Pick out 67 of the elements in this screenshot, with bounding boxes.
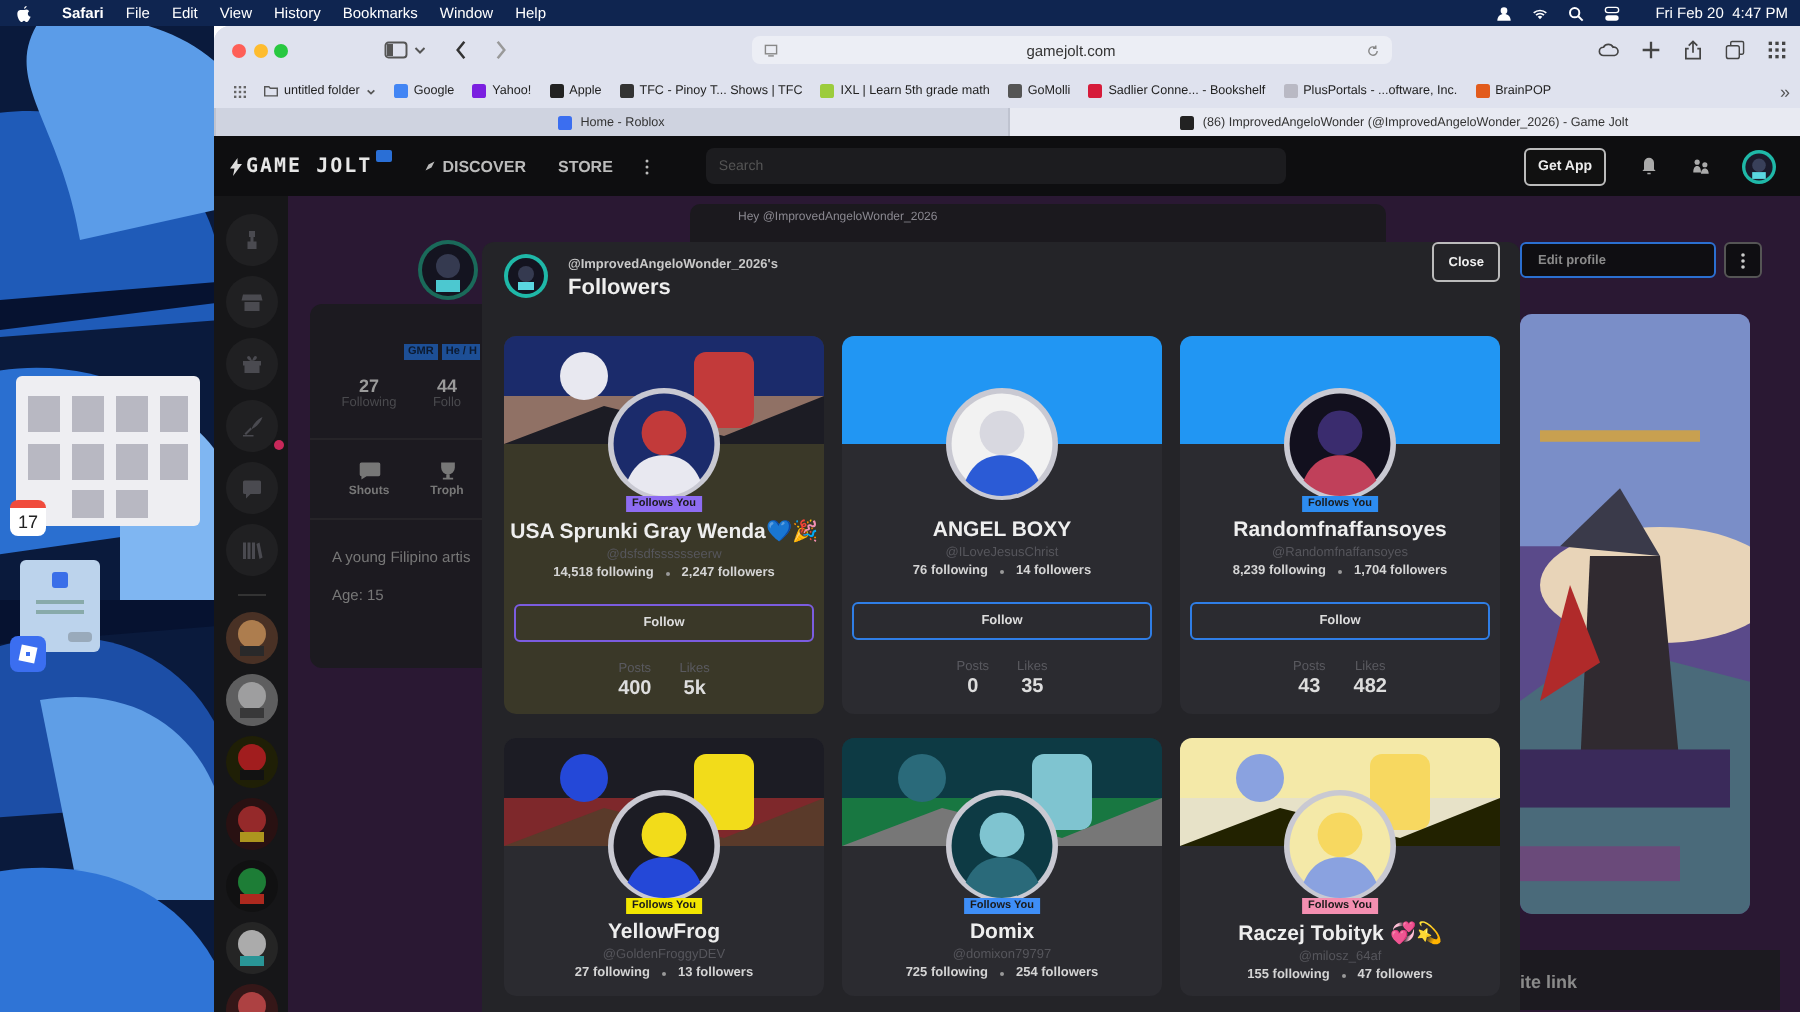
gift-icon bbox=[239, 352, 263, 376]
stat-value: 43 bbox=[1298, 676, 1321, 698]
stat-value: 35 bbox=[1021, 676, 1044, 698]
favicon-icon bbox=[1007, 84, 1022, 98]
roblox-window-thumbnail[interactable] bbox=[20, 560, 100, 652]
speech-bubble-icon bbox=[357, 460, 381, 482]
more-button[interactable] bbox=[1724, 242, 1762, 278]
badge-icon bbox=[376, 150, 393, 162]
store-icon bbox=[239, 290, 263, 314]
sidebar-icon[interactable] bbox=[383, 40, 407, 60]
search-icon[interactable] bbox=[1567, 5, 1584, 21]
calendar-app-icon[interactable]: 17 bbox=[10, 500, 46, 536]
lightning-icon bbox=[230, 157, 242, 175]
favicon-icon bbox=[1180, 115, 1195, 129]
trophy-icon bbox=[435, 460, 459, 482]
more-bookmarks-button[interactable]: » bbox=[1779, 81, 1800, 101]
cloud-icon[interactable] bbox=[1598, 40, 1620, 60]
section-title: ite link bbox=[1520, 972, 1578, 992]
bell-icon[interactable] bbox=[1640, 156, 1658, 176]
favicon-icon bbox=[1283, 84, 1298, 98]
wifi-icon[interactable] bbox=[1531, 5, 1548, 21]
chat-icon bbox=[239, 476, 263, 500]
display-name[interactable]: ANGEL BOXY bbox=[932, 518, 1072, 542]
stat-value: 27 bbox=[358, 376, 379, 396]
chevron-down-icon bbox=[365, 87, 376, 95]
toggle-icon[interactable] bbox=[1603, 5, 1620, 21]
more-icon[interactable] bbox=[644, 157, 651, 175]
favicon-icon bbox=[558, 115, 573, 129]
stat-value: 5k bbox=[683, 678, 706, 700]
compass-icon bbox=[424, 160, 437, 172]
favicon-icon bbox=[472, 84, 487, 98]
favicon-icon bbox=[549, 84, 564, 98]
display-name[interactable]: Raczej Tobityk 💞💫 bbox=[1238, 920, 1442, 946]
display-name[interactable]: YellowFrog bbox=[607, 920, 720, 944]
more-icon bbox=[1740, 251, 1746, 269]
folder-icon bbox=[264, 84, 278, 98]
grid-icon[interactable] bbox=[1766, 40, 1788, 60]
display-name[interactable]: USA Sprunki Gray Wenda💙🎉 bbox=[510, 518, 818, 544]
share-icon[interactable] bbox=[1682, 40, 1704, 60]
tabs-icon[interactable] bbox=[1724, 40, 1746, 60]
stat-value: 482 bbox=[1353, 676, 1387, 698]
page-icon bbox=[763, 43, 777, 57]
favicon-icon bbox=[619, 84, 634, 98]
grid-icon[interactable] bbox=[234, 85, 246, 97]
site-logo[interactable]: GAME JOLT bbox=[246, 155, 373, 177]
roblox-app-icon[interactable] bbox=[10, 636, 46, 672]
calendar-window-thumbnail[interactable] bbox=[16, 376, 200, 526]
dialog-title: Followers bbox=[568, 276, 673, 300]
library-icon bbox=[239, 538, 263, 562]
display-name[interactable]: Domix bbox=[969, 920, 1035, 944]
favicon-icon bbox=[1475, 84, 1490, 98]
quill-icon bbox=[239, 414, 263, 438]
user-icon[interactable] bbox=[1495, 5, 1512, 21]
favicon-icon bbox=[820, 84, 835, 98]
display-name[interactable]: Randomfnaffansoyes bbox=[1233, 518, 1447, 542]
apple-icon[interactable] bbox=[16, 5, 32, 21]
nav-link[interactable]: DISCOVER bbox=[424, 157, 526, 175]
nav-link[interactable]: STORE bbox=[557, 157, 613, 175]
favicon-icon bbox=[393, 84, 408, 98]
stat-value: 44 bbox=[436, 376, 457, 396]
stat-value: 0 bbox=[967, 676, 979, 698]
stat-value: 400 bbox=[618, 678, 652, 700]
reload-icon bbox=[1365, 43, 1379, 57]
chevron-down-icon[interactable] bbox=[413, 45, 425, 55]
plus-icon[interactable] bbox=[1640, 40, 1662, 60]
friends-icon[interactable] bbox=[1692, 156, 1710, 176]
favicon-icon bbox=[1088, 84, 1103, 98]
